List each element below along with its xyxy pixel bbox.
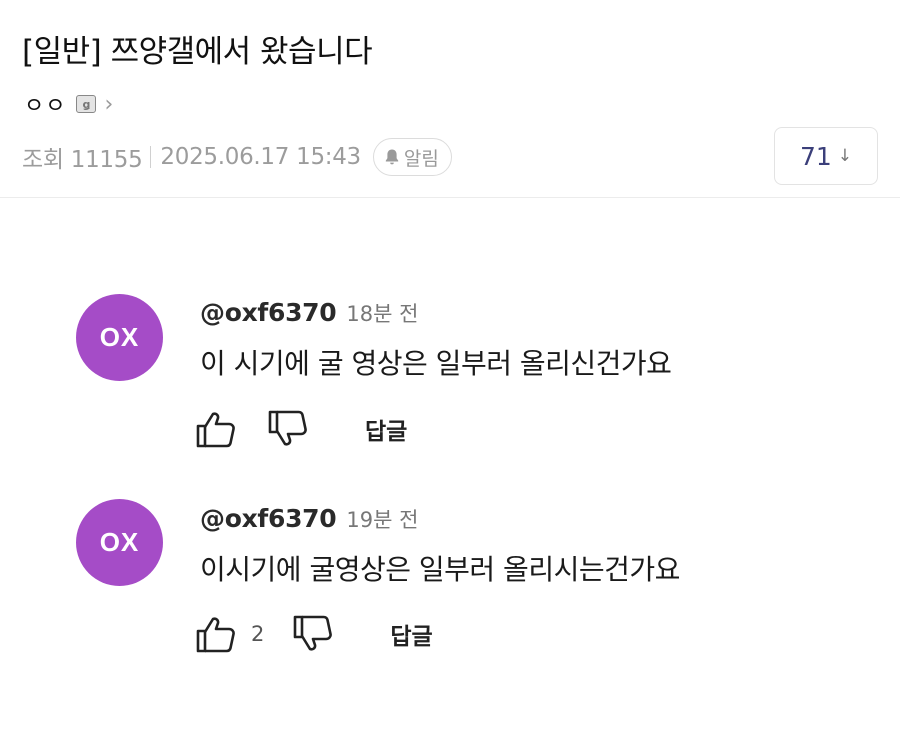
comment-actions: 2 답글 xyxy=(193,610,433,658)
post-meta: 조회 11155 2025.06.17 15:43 알림 xyxy=(22,138,452,176)
comment-text: 이시기에 굴영상은 일부러 올리시는건가요 xyxy=(200,553,680,586)
thumbs-down-icon[interactable] xyxy=(290,611,336,657)
comment-header: @oxf6370 18분 전 xyxy=(200,298,418,328)
avatar[interactable]: OX xyxy=(76,499,163,586)
reply-button[interactable]: 답글 xyxy=(390,617,432,651)
thumbs-down-icon[interactable] xyxy=(265,406,311,452)
thumbs-up-icon[interactable] xyxy=(193,611,239,657)
header-divider xyxy=(0,197,900,198)
comment-handle[interactable]: @oxf6370 xyxy=(200,298,337,327)
reply-button[interactable]: 답글 xyxy=(365,412,407,446)
view-count: 조회 11155 xyxy=(22,147,143,173)
alarm-label: 알림 xyxy=(403,147,439,170)
comment-item: OX @oxf6370 18분 전 이 시기에 굴 영상은 일부러 올리신건가요… xyxy=(0,290,900,480)
thumbs-up-icon[interactable] xyxy=(193,406,239,452)
avatar-initials: OX xyxy=(99,322,140,352)
avatar-initials: OX xyxy=(99,527,140,557)
comment-count-button[interactable]: 71 ↓ xyxy=(774,127,878,185)
alarm-button[interactable]: 알림 xyxy=(372,138,452,176)
comment-time: 19분 전 xyxy=(346,508,419,532)
author-name[interactable]: ㅇㅇ xyxy=(24,88,66,120)
fixed-user-icon: ǥ xyxy=(76,95,97,113)
comment-item: OX @oxf6370 19분 전 이시기에 굴영상은 일부러 올리시는건가요 … xyxy=(0,496,900,686)
comment-handle[interactable]: @oxf6370 xyxy=(200,504,337,533)
comment-time: 18분 전 xyxy=(346,302,419,326)
post-title: [일반] 쯔양갤에서 왔습니다 xyxy=(22,34,373,70)
down-arrow-icon: ↓ xyxy=(837,146,853,166)
comment-count: 71 xyxy=(799,141,832,171)
author-row[interactable]: ㅇㅇ ǥ › xyxy=(24,88,113,120)
meta-divider xyxy=(150,146,152,168)
bell-icon xyxy=(385,149,399,165)
like-count: 2 xyxy=(251,622,265,646)
chevron-right-icon[interactable]: › xyxy=(104,92,113,117)
comment-text: 이 시기에 굴 영상은 일부러 올리신건가요 xyxy=(200,347,672,380)
comment-header: @oxf6370 19분 전 xyxy=(200,504,418,534)
comment-actions: 답글 xyxy=(193,405,407,453)
post-datetime: 2025.06.17 15:43 xyxy=(160,144,361,170)
avatar[interactable]: OX xyxy=(76,294,163,381)
